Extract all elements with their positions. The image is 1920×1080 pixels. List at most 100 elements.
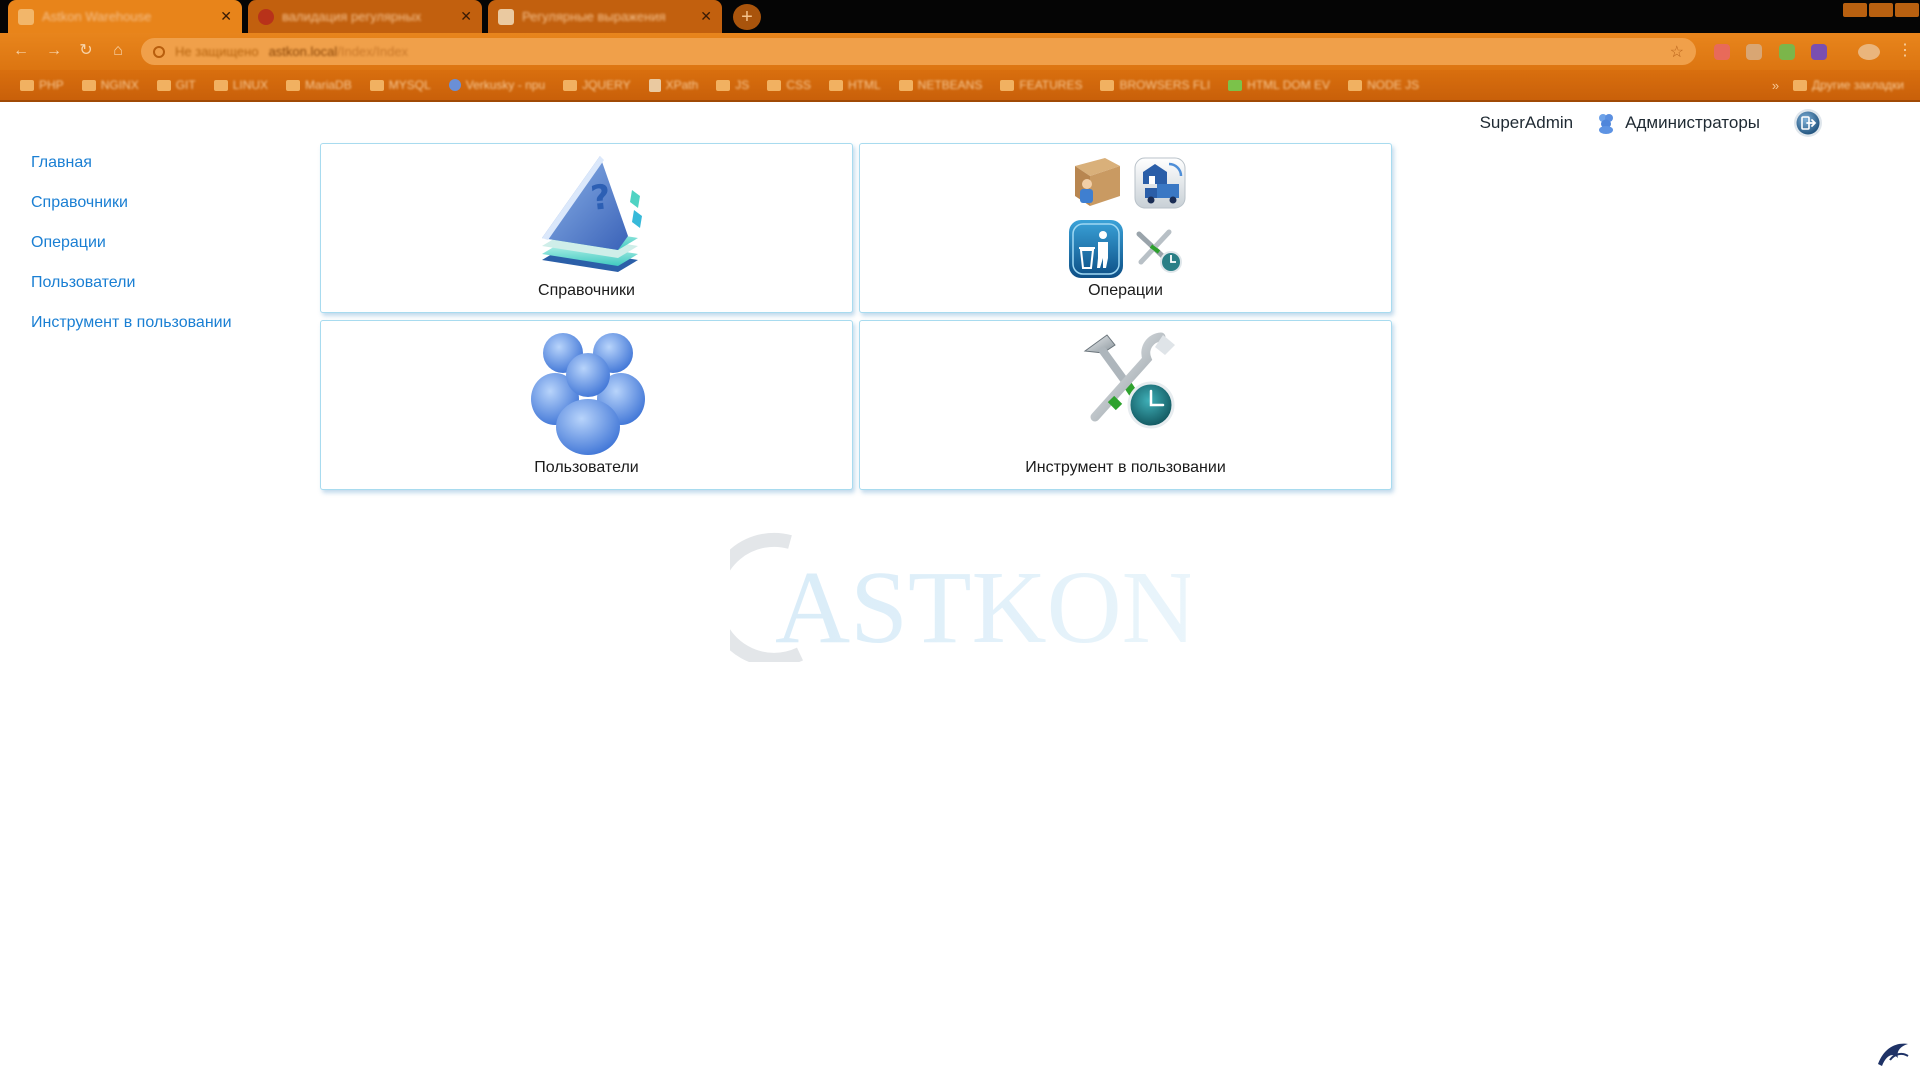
- url-path: /Index/Index: [337, 43, 409, 59]
- window-minimize-button[interactable]: [1843, 3, 1867, 17]
- url-host: astkon.local: [268, 43, 338, 59]
- address-bar[interactable]: Не защищено astkon.local/Index/Index ☆: [141, 38, 1696, 65]
- tile-users-label: Пользователи: [534, 459, 639, 476]
- delivery-truck-icon: [1134, 157, 1186, 209]
- browser-tab-regex[interactable]: Регулярные выражения ✕: [488, 0, 722, 33]
- extension-icon[interactable]: [1714, 44, 1730, 60]
- box-icon: [1075, 158, 1120, 206]
- folder-icon: [81, 79, 96, 91]
- reference-book-icon: ?: [542, 156, 642, 272]
- users-icon: [531, 333, 645, 455]
- browser-tab-validation[interactable]: валидация регулярных ✕: [248, 0, 482, 33]
- bookmarks-bar: PHP NGINX GIT LINUX MariaDB MYSQL Verkus…: [0, 70, 1920, 102]
- profile-avatar-icon[interactable]: [1858, 44, 1880, 60]
- user-group-name: Администраторы: [1625, 113, 1760, 132]
- sidebar-item-references[interactable]: Справочники: [31, 193, 232, 213]
- operations-icon: [1069, 157, 1186, 278]
- extension-icon[interactable]: [1811, 44, 1827, 60]
- write-off-icon: [1069, 220, 1123, 278]
- folder-icon: [898, 79, 913, 91]
- folder-icon: [829, 79, 843, 91]
- browser-tab-strip: Astkon Warehouse ✕ валидация регулярных …: [0, 0, 1920, 33]
- extension-icon[interactable]: [1746, 44, 1762, 60]
- forward-arrow-icon[interactable]: →: [43, 40, 65, 62]
- tile-tools-in-use[interactable]: Инструмент в пользовании: [859, 320, 1392, 490]
- folder-icon: [213, 79, 228, 91]
- folder-icon: [767, 79, 782, 91]
- bookmark-item[interactable]: NGINX: [76, 73, 145, 97]
- tab-close-icon[interactable]: ✕: [460, 8, 472, 25]
- corner-logo-icon: [1878, 1043, 1909, 1066]
- bookmark-item[interactable]: MariaDB: [280, 73, 358, 97]
- tools-in-use-icon: [1083, 332, 1175, 429]
- bookmark-item[interactable]: PHP: [14, 73, 70, 97]
- bookmark-item[interactable]: MYSQL: [364, 73, 437, 97]
- dashboard-tiles: ? Справочники Операции Пользователи Инст…: [320, 143, 1392, 490]
- browser-toolbar: ← → ↻ ⌂ Не защищено astkon.local/Index/I…: [0, 33, 1920, 70]
- folder-icon: [286, 79, 301, 91]
- tab-favicon-icon: [498, 8, 514, 25]
- bookmark-green-icon: [1228, 79, 1243, 91]
- tab-close-icon[interactable]: ✕: [700, 8, 712, 25]
- bookmark-item[interactable]: GIT: [151, 73, 202, 97]
- logout-icon[interactable]: [1793, 108, 1823, 138]
- bookmark-item[interactable]: Verkusky - npu: [443, 73, 551, 97]
- other-bookmarks[interactable]: Другие закладки: [1787, 73, 1910, 97]
- sidebar-nav: Главная Справочники Операции Пользовател…: [31, 153, 232, 353]
- bookmark-item[interactable]: HTML: [823, 73, 887, 97]
- small-tools-icon: [1136, 229, 1182, 273]
- folder-icon: [1793, 79, 1808, 91]
- bookmark-item[interactable]: XPath: [643, 73, 705, 97]
- browser-menu-icon[interactable]: ⋮: [1894, 40, 1916, 62]
- new-tab-button[interactable]: +: [733, 4, 761, 30]
- folder-icon: [20, 79, 34, 91]
- bookmark-item[interactable]: NETBEANS: [893, 73, 989, 97]
- window-close-button[interactable]: [1895, 3, 1919, 17]
- svg-text:?: ?: [589, 177, 613, 219]
- tab-title: Регулярные выражения: [522, 9, 666, 24]
- vk-icon: [448, 79, 461, 91]
- back-arrow-icon[interactable]: ←: [10, 40, 32, 62]
- username: SuperAdmin: [1479, 113, 1574, 132]
- bookmark-item[interactable]: BROWSERS FLI: [1094, 73, 1216, 97]
- bookmark-item[interactable]: FEATURES: [994, 73, 1088, 97]
- security-info-icon[interactable]: [153, 45, 165, 58]
- folder-icon: [156, 79, 171, 91]
- user-bar: SuperAdmin Администраторы: [1480, 108, 1823, 138]
- extension-icon[interactable]: [1779, 44, 1795, 60]
- window-maximize-button[interactable]: [1869, 3, 1893, 17]
- tab-title: Astkon Warehouse: [42, 9, 152, 24]
- page-icon: [648, 78, 661, 92]
- sidebar-item-users[interactable]: Пользователи: [31, 273, 232, 293]
- bookmark-item[interactable]: NODE JS: [1342, 73, 1425, 97]
- reload-icon[interactable]: ↻: [75, 40, 97, 62]
- bookmark-star-icon[interactable]: ☆: [1670, 42, 1684, 62]
- tile-users[interactable]: Пользователи: [320, 320, 853, 490]
- home-icon[interactable]: ⌂: [107, 40, 129, 62]
- astkon-watermark-logo: ASTKON: [730, 532, 1190, 662]
- browser-tab-astkon[interactable]: Astkon Warehouse ✕: [8, 0, 242, 33]
- bookmark-item[interactable]: CSS: [761, 73, 817, 97]
- folder-icon: [1348, 79, 1363, 91]
- tile-references-label: Справочники: [538, 282, 635, 299]
- bookmark-item[interactable]: JQUERY: [557, 73, 636, 97]
- tile-operations-label: Операции: [1088, 282, 1163, 299]
- sidebar-item-home[interactable]: Главная: [31, 153, 232, 173]
- bookmark-item[interactable]: LINUX: [208, 73, 274, 97]
- page-content: SuperAdmin Администраторы Главная Справо…: [0, 104, 1920, 1080]
- folder-icon: [1000, 79, 1015, 91]
- bookmark-item[interactable]: HTML DOM EV: [1222, 73, 1336, 97]
- bookmark-item[interactable]: JS: [710, 73, 755, 97]
- sidebar-item-tools-in-use[interactable]: Инструмент в пользовании: [31, 313, 232, 333]
- watermark-text: ASTKON: [775, 550, 1190, 662]
- tab-favicon-icon: [18, 8, 34, 25]
- tile-tools-in-use-label: Инструмент в пользовании: [1025, 459, 1226, 476]
- tab-close-icon[interactable]: ✕: [220, 8, 232, 25]
- folder-icon: [1100, 79, 1115, 91]
- tile-references[interactable]: ? Справочники: [320, 143, 853, 313]
- sidebar-item-operations[interactable]: Операции: [31, 233, 232, 253]
- tile-operations[interactable]: Операции: [859, 143, 1392, 313]
- bookmarks-overflow-chevron[interactable]: »: [1772, 78, 1779, 93]
- folder-icon: [369, 79, 384, 91]
- user-group-icon: [1599, 114, 1614, 134]
